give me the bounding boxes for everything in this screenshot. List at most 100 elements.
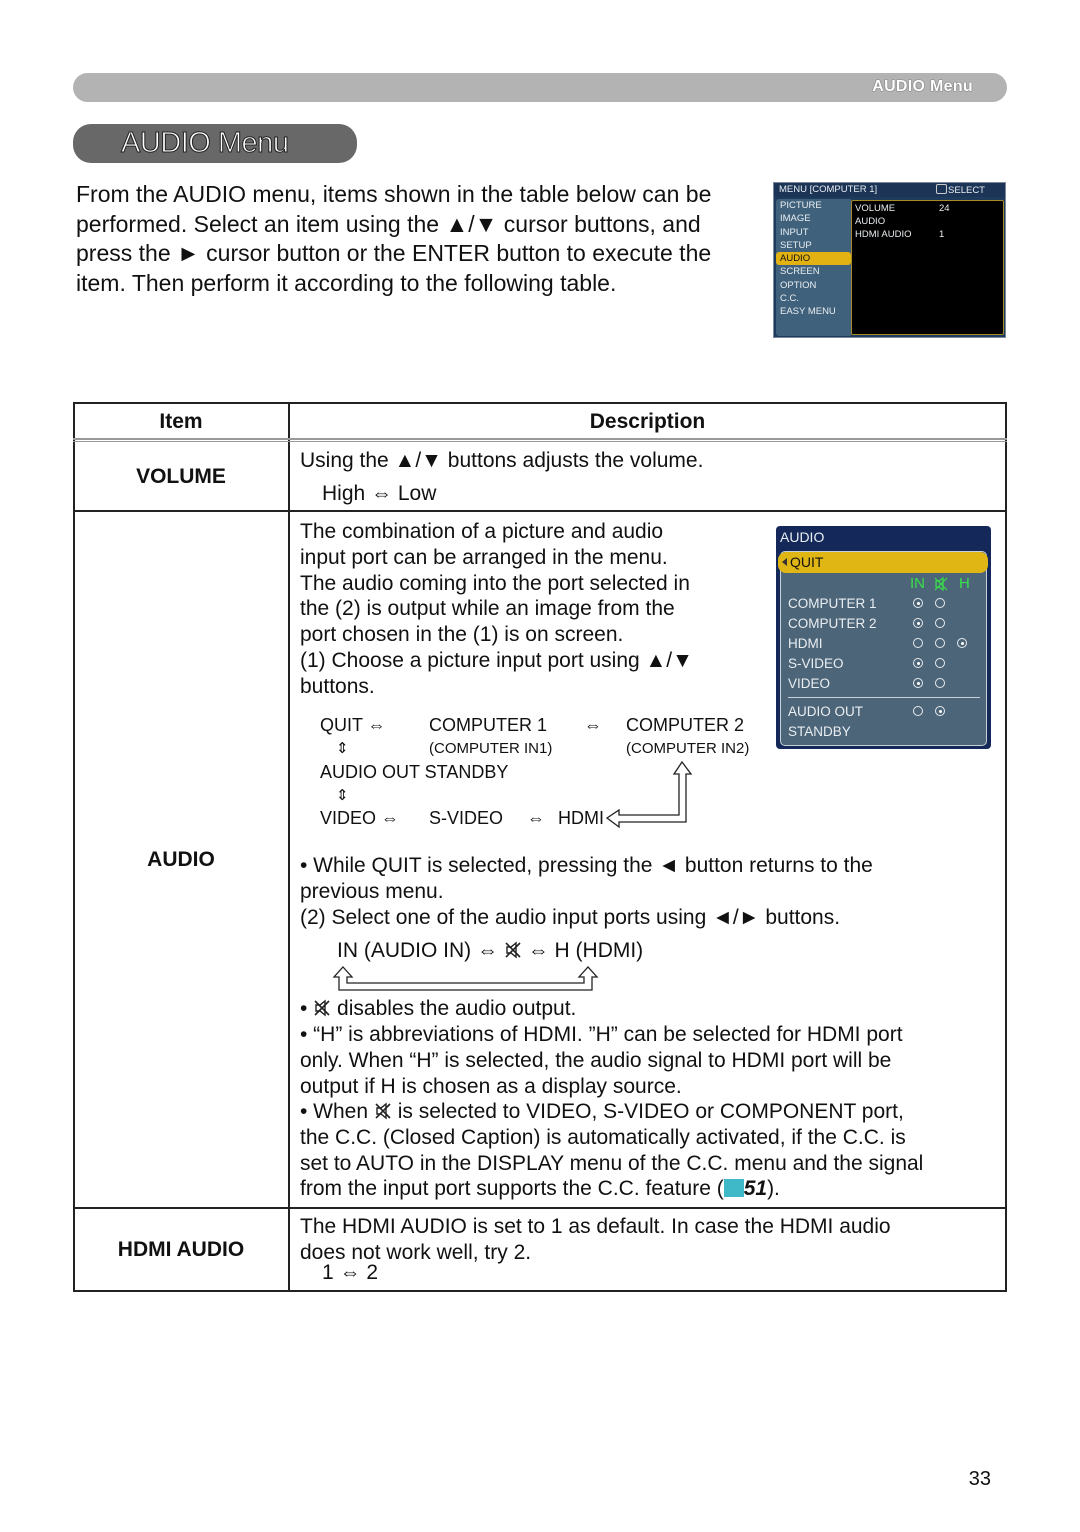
- quit-label: QUIT: [790, 554, 824, 570]
- sidebar-item-option[interactable]: OPTION: [776, 279, 851, 292]
- projector-menu-content: VOLUME 24 AUDIO HDMI AUDIO 1: [851, 200, 1004, 335]
- radio-computer2-in[interactable]: [913, 618, 923, 628]
- flow-audio-in: IN (AUDIO IN) ⇔: [337, 939, 498, 962]
- item-audio: AUDIO: [147, 848, 215, 871]
- hdmi-audio-description: The HDMI AUDIO is set to 1 as default. I…: [300, 1214, 891, 1266]
- item-hdmi-audio: HDMI AUDIO: [117, 1238, 245, 1261]
- sidebar-item-input[interactable]: INPUT: [776, 226, 851, 239]
- row-computer1-label: COMPUTER 1: [788, 596, 877, 611]
- menu-row-label: AUDIO: [855, 216, 886, 227]
- quit-button[interactable]: QUIT: [778, 552, 988, 573]
- volume-range: High ⇔ Low: [322, 482, 437, 505]
- radio-svideo-mute[interactable]: [935, 658, 945, 668]
- sidebar-item-setup[interactable]: SETUP: [776, 239, 851, 252]
- projector-menu-header: MENU [COMPUTER 1] SELECT: [774, 183, 1005, 197]
- page-reference-link[interactable]: 51: [744, 1177, 767, 1200]
- radio-audio-out-on[interactable]: [935, 706, 945, 716]
- text-line: input port can be arranged in the menu.: [300, 545, 668, 569]
- text-line: (2) Select one of the audio input ports …: [300, 905, 841, 929]
- table-header-divider: [73, 438, 1007, 440]
- audio-port-flow: IN (AUDIO IN) ⇔ ⇔ H (HDMI): [337, 938, 643, 964]
- menu-row-hdmi-audio[interactable]: HDMI AUDIO 1: [855, 229, 944, 240]
- sidebar-item-image[interactable]: IMAGE: [776, 212, 851, 225]
- text-line: • While QUIT is selected, pressing the ◄…: [300, 854, 873, 877]
- flow-quit: QUIT ⇔: [320, 715, 386, 735]
- audio-submenu-title: AUDIO: [780, 529, 825, 545]
- radio-hdmi-mute[interactable]: [935, 638, 945, 648]
- sidebar-item-audio[interactable]: AUDIO: [776, 252, 851, 266]
- text-line: from the input port supports the C.C. fe…: [300, 1176, 923, 1202]
- row-hdmi-label: HDMI: [788, 636, 823, 651]
- text-line: The HDMI AUDIO is set to 1 as default. I…: [300, 1215, 891, 1238]
- flow-computer-in1: (COMPUTER IN1): [429, 740, 553, 757]
- flow-hdmi-audio: H (HDMI): [554, 939, 644, 962]
- mute-icon: [314, 999, 330, 1017]
- flow-computer-in2: (COMPUTER IN2): [626, 740, 750, 757]
- text-line: • “H” is abbreviations of HDMI. ”H” can …: [300, 1023, 903, 1046]
- item-volume: VOLUME: [136, 465, 226, 488]
- projector-menu-screenshot: MENU [COMPUTER 1] SELECT PICTURE IMAGE I…: [773, 182, 1006, 338]
- mute-icon: [375, 1102, 391, 1120]
- radio-video-mute[interactable]: [935, 678, 945, 688]
- intro-paragraph: From the AUDIO menu, items shown in the …: [76, 181, 712, 296]
- hdmi-h-note: • “H” is abbreviations of HDMI. ”H” can …: [300, 1022, 903, 1099]
- bullet: •: [300, 997, 308, 1020]
- text-fragment: • When: [300, 1100, 369, 1123]
- sidebar-item-picture[interactable]: PICTURE: [776, 199, 851, 212]
- menu-row-volume[interactable]: VOLUME 24: [855, 203, 950, 214]
- page-number: 33: [968, 1468, 991, 1490]
- closed-caption-note: • When is selected to VIDEO, S-VIDEO or …: [300, 1099, 923, 1202]
- loop-back-arrow-icon: [605, 760, 693, 829]
- mute-icon: [505, 941, 521, 959]
- menu-row-audio[interactable]: AUDIO: [855, 216, 885, 227]
- flow-computer2: COMPUTER 2: [626, 715, 745, 735]
- hdmi-audio-options: 1 ⇔ 2: [322, 1261, 379, 1284]
- sidebar-item-cc[interactable]: C.C.: [776, 292, 851, 305]
- radio-computer2-mute[interactable]: [935, 618, 945, 628]
- radio-computer1-in[interactable]: [913, 598, 923, 608]
- table-column-divider: [288, 402, 290, 1292]
- sidebar-item-screen[interactable]: SCREEN: [776, 265, 851, 278]
- flow-arrow: ⇔: [584, 715, 602, 735]
- left-arrow-icon: [782, 558, 787, 566]
- column-in: IN: [910, 575, 925, 592]
- text-line: only. When “H” is selected, the audio si…: [300, 1048, 892, 1072]
- section-header-bar: AUDIO Menu: [73, 73, 1007, 102]
- menu-row-label: VOLUME: [855, 203, 896, 214]
- text-line: buttons.: [300, 674, 375, 698]
- table-header-divider-2: [73, 441, 1007, 442]
- sidebar-item-easy-menu[interactable]: EASY MENU: [776, 305, 851, 318]
- wraparound-arrow-icon: [332, 966, 599, 991]
- projector-menu-sidebar: PICTURE IMAGE INPUT SETUP AUDIO SCREEN O…: [776, 199, 851, 336]
- radio-svideo-in[interactable]: [913, 658, 923, 668]
- row-video-label: VIDEO: [788, 676, 831, 691]
- menu-row-value: 1: [939, 229, 945, 240]
- radio-video-in[interactable]: [913, 678, 923, 688]
- text-line: The combination of a picture and audio: [300, 520, 664, 543]
- flow-hdmi: HDMI: [558, 808, 604, 828]
- flow-audio-out-standby: AUDIO OUT STANDBY: [320, 762, 509, 782]
- radio-hdmi-in[interactable]: [913, 638, 923, 648]
- text-fragment: from the input port supports the C.C. fe…: [300, 1177, 724, 1201]
- column-h: H: [959, 575, 970, 592]
- table-row-divider: [73, 510, 1007, 512]
- row-standby-label: STANDBY: [788, 724, 851, 739]
- volume-description: Using the ▲/▼ buttons adjusts the volume…: [300, 449, 704, 472]
- mute-note-text: disables the audio output.: [337, 997, 577, 1020]
- row-audio-out-label: AUDIO OUT: [788, 704, 864, 719]
- text-line: previous menu.: [300, 879, 444, 903]
- text-line: the C.C. (Closed Caption) is automatical…: [300, 1125, 906, 1149]
- table-row-divider: [73, 1207, 1007, 1209]
- column-header-item: Item: [159, 410, 203, 433]
- column-header-description: Description: [589, 410, 706, 433]
- page-title-pill: AUDIO Menu: [73, 124, 357, 163]
- book-reference-icon[interactable]: [723, 1179, 744, 1198]
- flow-updown-arrow: ⇕: [336, 787, 349, 804]
- radio-computer1-mute[interactable]: [935, 598, 945, 608]
- row-svideo-label: S-VIDEO: [788, 656, 844, 671]
- row-computer2-label: COMPUTER 2: [788, 616, 877, 631]
- text-fragment: ).: [767, 1177, 780, 1201]
- radio-audio-out-off[interactable]: [913, 706, 923, 716]
- flow-video: VIDEO ⇔: [320, 808, 400, 828]
- radio-hdmi-h[interactable]: [957, 638, 967, 648]
